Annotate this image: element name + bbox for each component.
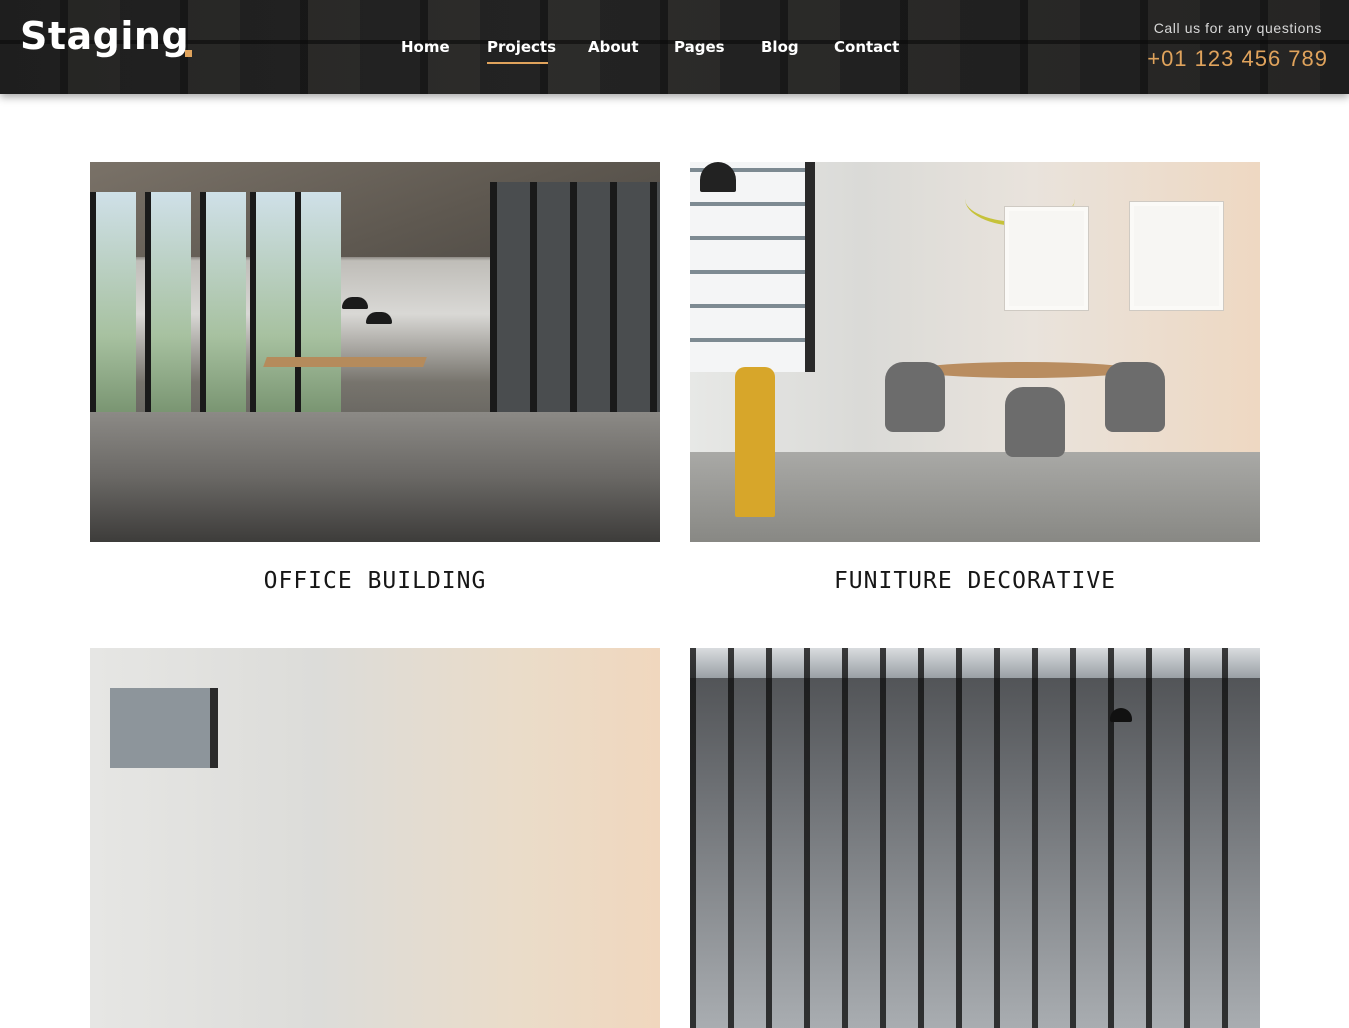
image-window xyxy=(250,192,296,432)
image-table xyxy=(915,362,1135,378)
image-floor xyxy=(690,452,1260,542)
project-image[interactable] xyxy=(90,162,660,542)
pendant-lamp-icon xyxy=(700,162,736,192)
project-image[interactable] xyxy=(90,648,660,1028)
nav-blog[interactable]: Blog xyxy=(761,38,799,56)
image-window xyxy=(110,688,218,768)
wall-frame xyxy=(1005,207,1088,310)
image-window xyxy=(90,192,136,432)
nav-projects[interactable]: Projects xyxy=(487,38,556,56)
gray-chair xyxy=(1105,362,1165,432)
nav-about[interactable]: About xyxy=(588,38,639,56)
nav-contact[interactable]: Contact xyxy=(834,38,899,56)
project-title[interactable]: FUNITURE DECORATIVE xyxy=(690,568,1260,594)
yellow-chair xyxy=(735,367,775,517)
gray-chair xyxy=(1005,387,1065,457)
image-window xyxy=(295,192,341,432)
image-window xyxy=(200,192,246,432)
project-card-office-building[interactable]: OFFICE BUILDING xyxy=(90,162,660,594)
nav-pages[interactable]: Pages xyxy=(674,38,725,56)
project-image[interactable] xyxy=(690,648,1260,1028)
project-card-4[interactable] xyxy=(690,648,1260,1028)
logo-dot xyxy=(185,50,192,57)
image-window xyxy=(690,162,815,372)
pendant-lamp-icon xyxy=(366,312,392,324)
pendant-lamp-icon xyxy=(342,297,368,309)
phone-number[interactable]: +01 123 456 789 xyxy=(1147,46,1328,72)
gray-chair xyxy=(885,362,945,432)
image-table xyxy=(263,357,427,367)
site-logo[interactable]: Staging xyxy=(20,14,189,58)
nav-home[interactable]: Home xyxy=(401,38,450,56)
image-window-frame xyxy=(490,182,660,432)
project-image[interactable] xyxy=(690,162,1260,542)
project-title[interactable]: OFFICE BUILDING xyxy=(90,568,660,594)
nav-active-indicator xyxy=(487,62,548,64)
site-header: Staging Home Projects About Pages Blog C… xyxy=(0,0,1349,94)
image-floor xyxy=(90,412,660,542)
wall-frame xyxy=(1130,202,1223,310)
image-window xyxy=(145,192,191,432)
image-window-frame xyxy=(690,648,1260,1028)
project-card-3[interactable] xyxy=(90,648,660,1028)
call-label: Call us for any questions xyxy=(1153,20,1322,36)
project-card-funiture-decorative[interactable]: FUNITURE DECORATIVE xyxy=(690,162,1260,594)
